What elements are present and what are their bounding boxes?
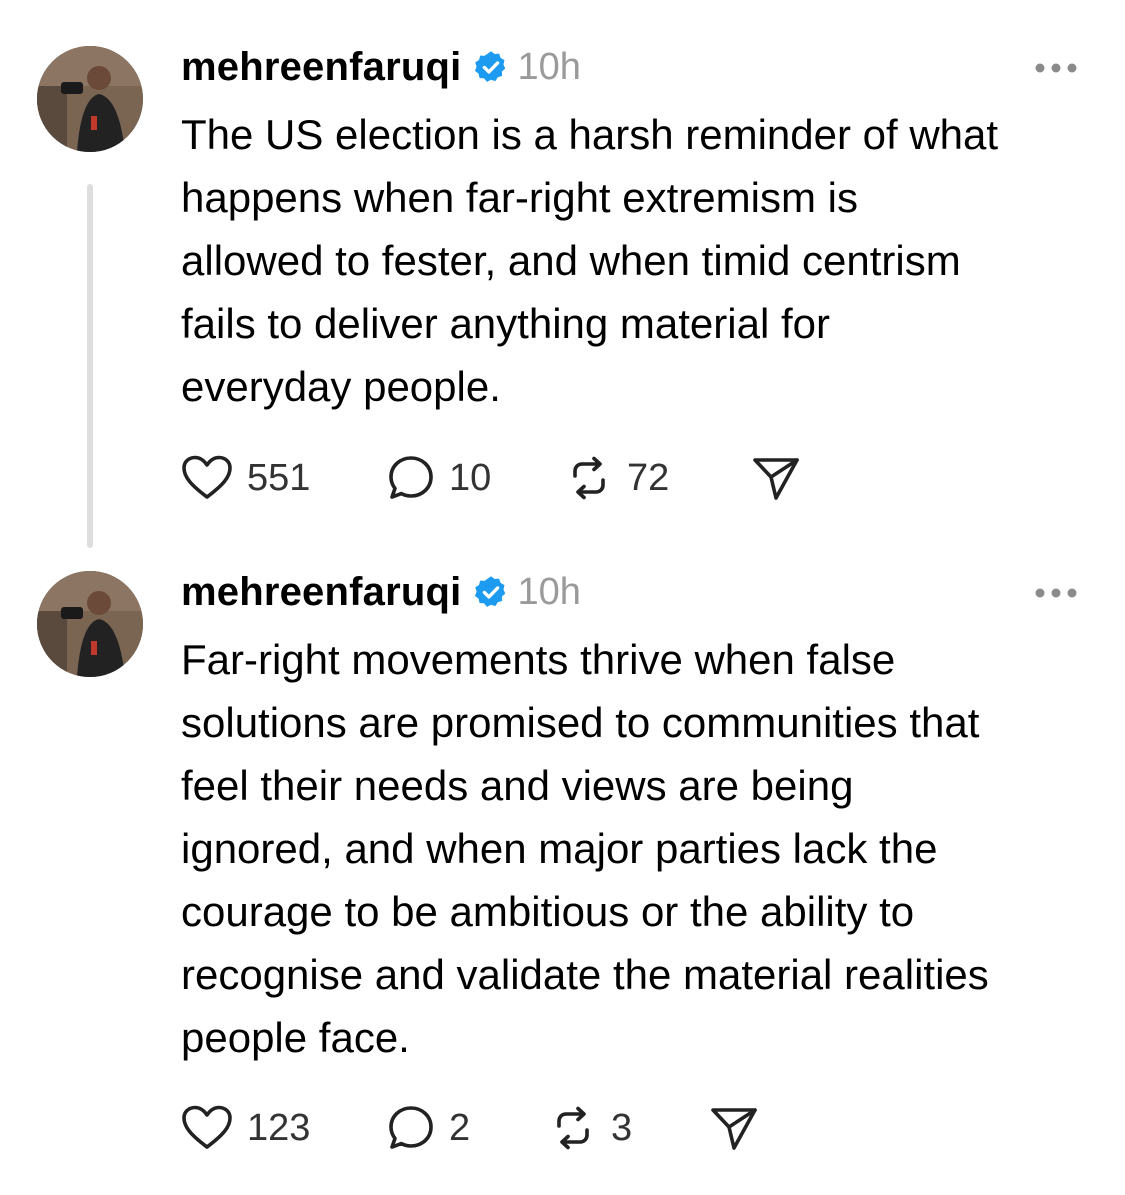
more-options-icon[interactable]	[1034, 61, 1078, 73]
reply-count: 2	[449, 1106, 471, 1149]
username[interactable]: mehreenfaruqi	[181, 570, 461, 615]
repost-count: 72	[627, 456, 670, 499]
post-actions: 551 10 72	[181, 453, 801, 503]
thread-connector-line	[87, 184, 93, 548]
like-count: 123	[247, 1106, 311, 1149]
post-timestamp: 10h	[517, 570, 581, 613]
avatar[interactable]	[37, 571, 143, 677]
repost-icon	[573, 456, 605, 500]
repost-button[interactable]: 3	[549, 1104, 709, 1152]
more-options-icon[interactable]	[1034, 586, 1078, 598]
heart-icon	[182, 455, 232, 499]
verified-badge-icon	[473, 49, 509, 85]
verified-badge-icon	[473, 574, 509, 610]
reply-button[interactable]: 2	[387, 1104, 549, 1152]
comment-bubble-icon	[389, 1106, 433, 1149]
post-header: mehreenfaruqi 10h	[181, 44, 581, 90]
repost-icon	[557, 1106, 589, 1150]
heart-icon	[182, 1105, 232, 1149]
post-header: mehreenfaruqi 10h	[181, 569, 581, 615]
send-icon	[753, 458, 799, 500]
send-icon	[711, 1108, 757, 1150]
avatar[interactable]	[37, 46, 143, 152]
post-text: The US election is a harsh reminder of w…	[181, 111, 999, 410]
like-button[interactable]: 123	[181, 1105, 387, 1151]
reply-count: 10	[449, 456, 492, 499]
reply-button[interactable]: 10	[387, 454, 565, 502]
username[interactable]: mehreenfaruqi	[181, 45, 461, 90]
share-button[interactable]	[751, 455, 801, 501]
thread-post: mehreenfaruqi 10h Far-right movements th…	[0, 560, 1125, 1195]
like-button[interactable]: 551	[181, 455, 387, 501]
comment-bubble-icon	[389, 456, 433, 499]
repost-button[interactable]: 72	[565, 454, 751, 502]
thread-post: mehreenfaruqi 10h The US election is a h…	[0, 0, 1125, 560]
like-count: 551	[247, 456, 311, 499]
share-button[interactable]	[709, 1105, 759, 1151]
post-timestamp: 10h	[517, 45, 581, 88]
post-text: Far-right movements thrive when false so…	[181, 636, 989, 1061]
repost-count: 3	[611, 1106, 633, 1149]
post-actions: 123 2 3	[181, 1103, 759, 1153]
